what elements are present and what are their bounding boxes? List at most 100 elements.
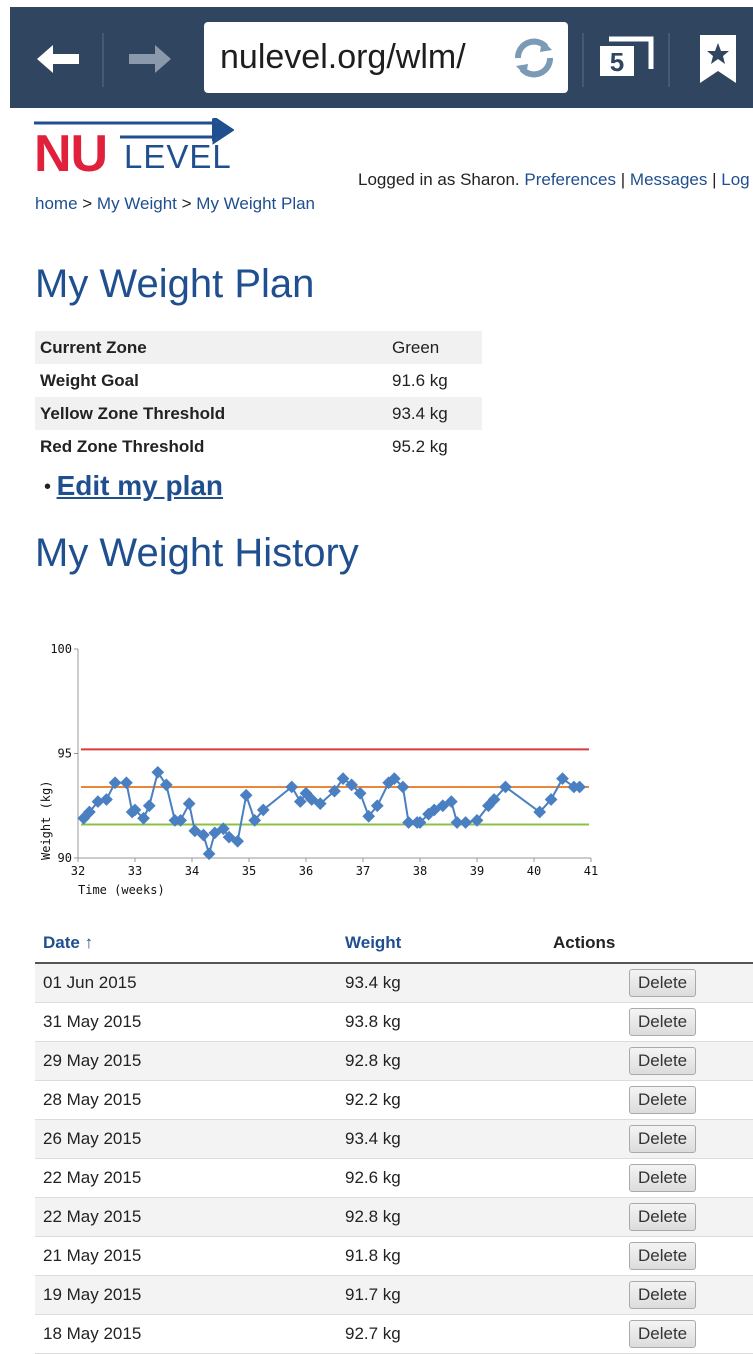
toolbar-divider — [582, 33, 584, 87]
chart-x-tick-label: 33 — [128, 864, 142, 878]
chart-x-axis-label: Time (weeks) — [78, 883, 165, 897]
plan-row: Yellow Zone Threshold 93.4 kg — [35, 397, 482, 430]
chart-x-tick-label: 41 — [584, 864, 598, 878]
chart-x-tick-label: 36 — [299, 864, 313, 878]
date-cell: 22 May 2015 — [35, 1197, 344, 1237]
user-bar-separator: | — [707, 170, 722, 189]
date-column-header[interactable]: Date ↑ — [35, 924, 344, 964]
delete-button[interactable]: Delete — [629, 1281, 697, 1309]
logo-level: LEVEL — [124, 138, 232, 175]
messages-link[interactable]: Messages — [630, 170, 707, 189]
chart-x-tick-label: 38 — [413, 864, 427, 878]
chart-data-point — [459, 816, 472, 829]
arrow-left-icon — [37, 45, 79, 73]
chart-data-point — [151, 765, 165, 779]
table-row: 19 May 2015 91.7 kg Delete — [35, 1275, 753, 1315]
chart-x-tick-label: 34 — [185, 864, 199, 878]
chart-y-tick-label: 95 — [58, 747, 72, 761]
table-row: 29 May 2015 92.8 kg Delete — [35, 1041, 753, 1081]
reload-icon[interactable] — [508, 32, 560, 84]
user-bar: Logged in as Sharon. Preferences | Messa… — [358, 170, 750, 190]
preferences-link[interactable]: Preferences — [524, 170, 616, 189]
plan-label: Current Zone — [40, 337, 147, 357]
weight-cell: 92.2 kg — [344, 1080, 536, 1120]
breadcrumb-home[interactable]: home — [35, 194, 78, 213]
table-row: 22 May 2015 92.8 kg Delete — [35, 1197, 753, 1237]
weight-history-table: Date ↑ Weight Actions 01 Jun 2015 93.4 kg… — [35, 924, 753, 1354]
chart-x-tick-label: 35 — [242, 864, 256, 878]
chart-data-point — [100, 793, 113, 806]
weight-cell: 92.7 kg — [344, 1314, 536, 1354]
breadcrumb-my-weight[interactable]: My Weight — [97, 194, 177, 213]
table-row: 01 Jun 2015 93.4 kg Delete — [35, 963, 753, 1003]
table-row: 21 May 2015 91.8 kg Delete — [35, 1236, 753, 1276]
weight-history-chart: 32 33 34 35 36 37 38 39 40 41 90 95 100 Time (weeks)… — [39, 642, 598, 897]
toolbar-divider — [102, 33, 104, 87]
plan-row: Current Zone Green — [35, 331, 482, 364]
delete-button[interactable]: Delete — [629, 1320, 697, 1348]
tabs-button[interactable]: 5 — [595, 33, 655, 87]
breadcrumb-my-weight-plan[interactable]: My Weight Plan — [196, 194, 315, 213]
actions-cell: Delete — [536, 1158, 753, 1198]
tab-count: 5 — [600, 46, 634, 77]
table-row: 26 May 2015 93.4 kg Delete — [35, 1119, 753, 1159]
date-cell: 19 May 2015 — [35, 1275, 344, 1315]
actions-cell: Delete — [536, 1236, 753, 1276]
chart-x-tick-label: 37 — [356, 864, 370, 878]
edit-plan-link[interactable]: Edit my plan — [57, 470, 223, 501]
delete-button[interactable]: Delete — [629, 1047, 697, 1075]
plan-label: Yellow Zone Threshold — [40, 403, 226, 423]
chart-y-axis-label: Weight (kg) — [39, 781, 53, 860]
chart-data-point — [182, 797, 196, 811]
bookmark-star-icon — [700, 35, 736, 83]
back-button[interactable] — [28, 31, 88, 87]
weight-cell: 91.8 kg — [344, 1236, 536, 1276]
weight-cell: 92.6 kg — [344, 1158, 536, 1198]
weight-cell: 91.7 kg — [344, 1275, 536, 1315]
actions-cell: Delete — [536, 1314, 753, 1354]
chart-data-point — [239, 788, 253, 802]
breadcrumb: home > My Weight > My Weight Plan — [35, 194, 315, 214]
url-bar[interactable]: nulevel.org/wlm/ — [204, 22, 568, 93]
delete-button[interactable]: Delete — [629, 1125, 697, 1153]
plan-value: Green — [392, 337, 440, 357]
plan-value: 95.2 kg — [392, 436, 448, 456]
delete-button[interactable]: Delete — [629, 1164, 697, 1192]
logo-nu: NU — [34, 125, 108, 183]
table-row: 22 May 2015 92.6 kg Delete — [35, 1158, 753, 1198]
delete-button[interactable]: Delete — [629, 1242, 697, 1270]
chart-data-point — [142, 799, 156, 813]
plan-value: 91.6 kg — [392, 370, 448, 390]
plan-label: Weight Goal — [40, 370, 139, 390]
weight-column-header[interactable]: Weight — [344, 924, 536, 964]
plan-table: Current Zone Green Weight Goal 91.6 kg Y… — [35, 331, 482, 463]
date-cell: 22 May 2015 — [35, 1158, 344, 1198]
date-header-label[interactable]: Date — [43, 933, 80, 952]
delete-button[interactable]: Delete — [629, 969, 697, 997]
chart-y-tick-label: 100 — [50, 642, 72, 656]
date-cell: 31 May 2015 — [35, 1002, 344, 1042]
bookmark-button[interactable] — [690, 31, 746, 87]
nulevel-logo[interactable]: NU LEVEL — [34, 118, 234, 183]
date-cell: 01 Jun 2015 — [35, 963, 344, 1003]
date-cell: 26 May 2015 — [35, 1119, 344, 1159]
delete-button[interactable]: Delete — [629, 1008, 697, 1036]
weight-cell: 93.4 kg — [344, 1119, 536, 1159]
date-cell: 28 May 2015 — [35, 1080, 344, 1120]
delete-button[interactable]: Delete — [629, 1086, 697, 1114]
bullet-icon: • — [44, 476, 57, 499]
actions-cell: Delete — [536, 1041, 753, 1081]
chart-y-tick-label: 90 — [58, 851, 72, 865]
actions-cell: Delete — [536, 1275, 753, 1315]
delete-button[interactable]: Delete — [629, 1203, 697, 1231]
breadcrumb-separator: > — [77, 194, 97, 213]
sort-ascending-icon[interactable]: ↑ — [85, 933, 94, 952]
forward-button[interactable] — [120, 31, 180, 87]
actions-cell: Delete — [536, 1080, 753, 1120]
user-bar-separator: | — [616, 170, 630, 189]
actions-header-label: Actions — [553, 933, 616, 952]
breadcrumb-separator: > — [176, 194, 197, 213]
weight-cell: 93.4 kg — [344, 963, 536, 1003]
logout-link[interactable]: Log — [721, 170, 749, 189]
url-text[interactable]: nulevel.org/wlm/ — [220, 38, 466, 77]
